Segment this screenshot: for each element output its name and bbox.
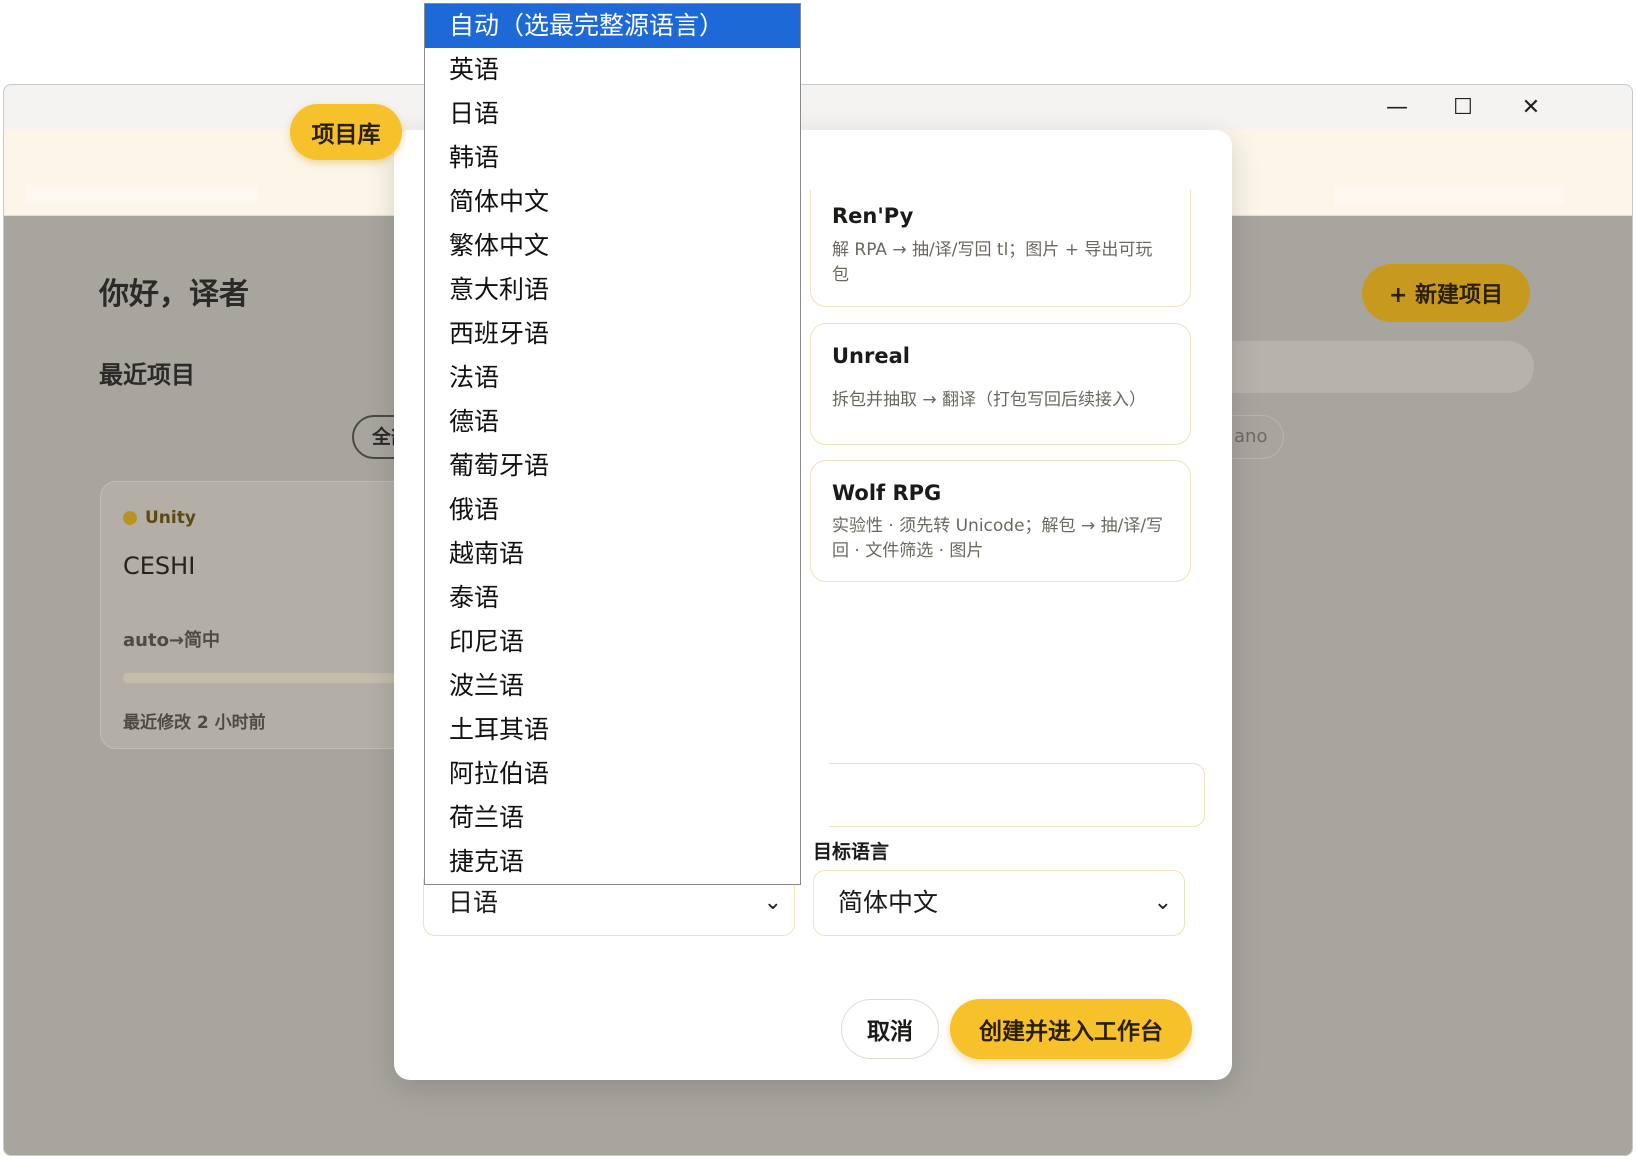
maximize-icon: ☐: [1453, 94, 1473, 120]
source-language-dropdown[interactable]: 自动（选最完整源语言） 英语 日语 韩语 简体中文 繁体中文 意大利语 西班牙语…: [424, 3, 801, 885]
target-language-value: 简体中文: [838, 888, 939, 917]
engine-tag: Unity: [123, 508, 196, 528]
dropdown-option[interactable]: 韩语: [425, 136, 800, 180]
dropdown-option[interactable]: 波兰语: [425, 664, 800, 708]
minimize-button[interactable]: —: [1362, 85, 1432, 129]
engine-dot-icon: [123, 511, 137, 525]
engine-name: Unreal: [832, 344, 910, 368]
dropdown-option[interactable]: 繁体中文: [425, 224, 800, 268]
dropdown-option[interactable]: 自动（选最完整源语言）: [425, 4, 800, 48]
project-modified: 最近修改 2 小时前: [123, 713, 266, 733]
engine-card-wolf-rpg[interactable]: Wolf RPG 实验性 · 须先转 Unicode；解包 → 抽/译/写回 ·…: [810, 460, 1191, 582]
dropdown-option[interactable]: 日语: [425, 92, 800, 136]
engine-tag-label: Unity: [145, 508, 196, 528]
engine-name: Ren'Py: [832, 204, 914, 228]
dropdown-option[interactable]: 泰语: [425, 576, 800, 620]
chevron-down-icon: ⌄: [1153, 890, 1172, 915]
new-project-button[interactable]: + 新建项目: [1362, 264, 1530, 322]
source-language-value: 日语: [448, 888, 499, 917]
close-button[interactable]: ✕: [1496, 85, 1566, 129]
dropdown-option[interactable]: 印尼语: [425, 620, 800, 664]
dropdown-option[interactable]: 意大利语: [425, 268, 800, 312]
dropdown-option[interactable]: 英语: [425, 48, 800, 92]
dropdown-option[interactable]: 德语: [425, 400, 800, 444]
project-name: CESHI: [123, 552, 196, 580]
progress-bar: [123, 673, 413, 683]
engine-card-renpy[interactable]: Ren'Py 解 RPA → 抽/译/写回 tl；图片 + 导出可玩包: [810, 190, 1191, 307]
dropdown-option[interactable]: 法语: [425, 356, 800, 400]
engine-name: Wolf RPG: [832, 481, 942, 505]
dropdown-option[interactable]: 葡萄牙语: [425, 444, 800, 488]
dropdown-option[interactable]: 越南语: [425, 532, 800, 576]
nav-project-library[interactable]: 项目库: [290, 104, 402, 160]
greeting: 你好，译者: [99, 277, 249, 312]
dropdown-option[interactable]: 阿拉伯语: [425, 752, 800, 796]
header-right-area: [1334, 185, 1564, 205]
close-icon: ✕: [1521, 94, 1541, 120]
maximize-button[interactable]: ☐: [1428, 85, 1498, 129]
cancel-button[interactable]: 取消: [841, 999, 939, 1059]
project-path-input[interactable]: [829, 763, 1205, 827]
dropdown-option[interactable]: 俄语: [425, 488, 800, 532]
recent-projects-title: 最近项目: [99, 361, 195, 389]
engine-desc: 实验性 · 须先转 Unicode；解包 → 抽/译/写回 · 文件筛选 · 图…: [832, 516, 1164, 561]
project-card[interactable]: Unity CESHI auto→简中 最近修改 2 小时前: [100, 481, 413, 749]
project-languages: auto→简中: [123, 630, 221, 651]
create-button[interactable]: 创建并进入工作台: [950, 999, 1192, 1059]
dropdown-option[interactable]: 西班牙语: [425, 312, 800, 356]
target-language-label: 目标语言: [813, 841, 890, 863]
header-logo-area: [26, 185, 258, 203]
dropdown-option[interactable]: 荷兰语: [425, 796, 800, 840]
dropdown-option[interactable]: 土耳其语: [425, 708, 800, 752]
minimize-icon: —: [1386, 94, 1408, 120]
title-bar: — ☐ ✕: [4, 85, 1632, 129]
engine-desc: 解 RPA → 抽/译/写回 tl；图片 + 导出可玩包: [832, 240, 1153, 285]
engine-card-unreal[interactable]: Unreal 拆包并抽取 → 翻译（打包写回后续接入）: [810, 323, 1191, 445]
engine-desc: 拆包并抽取 → 翻译（打包写回后续接入）: [832, 390, 1147, 410]
search-input[interactable]: [1204, 341, 1534, 393]
dropdown-option[interactable]: 简体中文: [425, 180, 800, 224]
dropdown-option[interactable]: 捷克语: [425, 840, 800, 884]
target-language-select[interactable]: 简体中文 ⌄: [813, 870, 1185, 936]
